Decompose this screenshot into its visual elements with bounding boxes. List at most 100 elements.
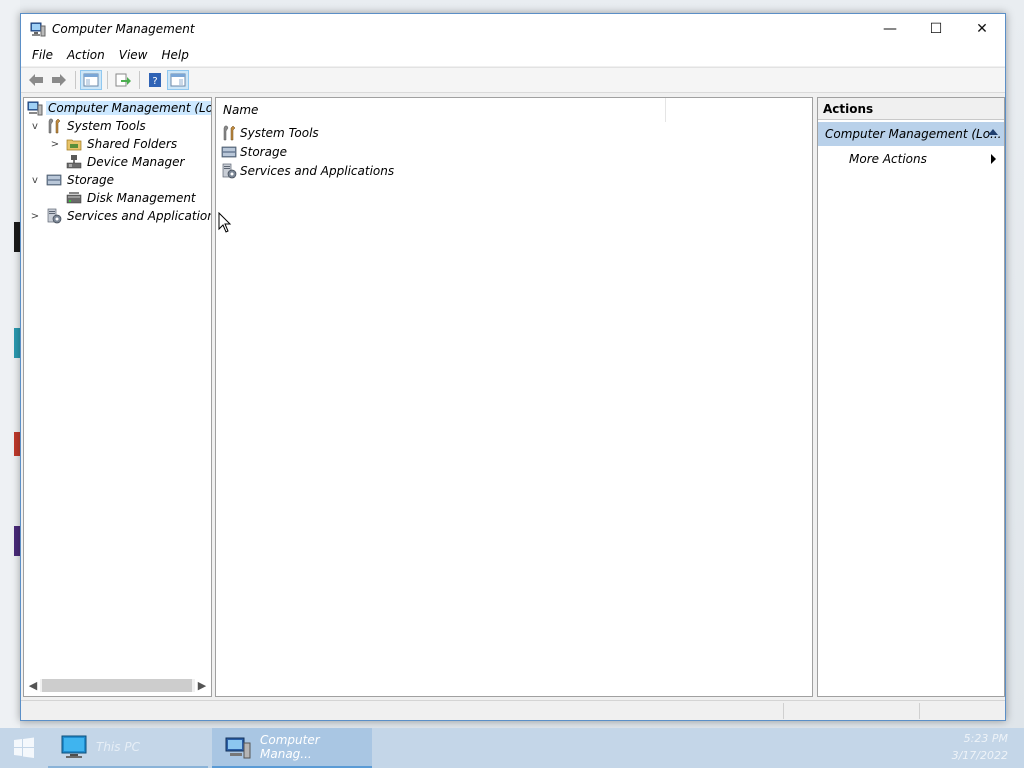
actions-pane: Actions Computer Management (Lo... More … <box>817 97 1005 697</box>
tree-label: Disk Management <box>87 191 196 205</box>
toolbar: ? <box>21 67 1005 93</box>
desktop-icons-strip <box>0 0 20 728</box>
help-button[interactable]: ? <box>144 70 166 90</box>
maximize-button[interactable]: ☐ <box>913 14 959 44</box>
menu-bar: File Action View Help <box>21 44 1005 66</box>
forward-arrow-icon <box>52 74 66 86</box>
menu-view[interactable]: View <box>112 48 155 62</box>
result-list-pane[interactable]: Name System Tools Storage Services and A… <box>215 97 813 697</box>
forward-button[interactable] <box>48 70 70 90</box>
start-button[interactable] <box>0 728 48 768</box>
disk-management-icon <box>66 190 82 206</box>
export-list-icon <box>115 73 131 87</box>
taskbar-item-label: This PC <box>96 740 140 754</box>
tree-item-shared-folders[interactable]: > Shared Folders <box>48 135 179 153</box>
back-arrow-icon <box>29 74 43 86</box>
tree-label: Storage <box>67 173 114 187</box>
show-hide-console-tree-button[interactable] <box>80 70 102 90</box>
scroll-left-icon[interactable]: ◀ <box>26 677 40 694</box>
more-actions-label: More Actions <box>849 152 927 166</box>
column-header-name[interactable]: Name <box>216 98 667 122</box>
taskbar-item-computer-management[interactable]: Computer Manag... <box>212 728 372 768</box>
title-bar[interactable]: Computer Management — ☐ ✕ <box>21 14 1005 44</box>
clock-date: 3/17/2022 <box>951 749 1008 762</box>
tree-item-services-and-applications[interactable]: > Services and Applications <box>28 207 212 225</box>
toolbar-separator <box>75 71 76 89</box>
tree-item-storage[interactable]: v Storage <box>28 171 116 189</box>
submenu-arrow-icon <box>991 154 996 164</box>
shared-folders-icon <box>66 136 82 152</box>
horizontal-scrollbar[interactable]: ◀ ▶ <box>26 677 209 694</box>
computer-management-icon <box>27 100 43 116</box>
taskbar-item-label: Computer Manag... <box>260 733 320 761</box>
action-pane-icon <box>170 73 186 87</box>
taskbar-item-this-pc[interactable]: This PC <box>48 728 208 768</box>
chevron-right-icon[interactable]: > <box>48 137 62 151</box>
list-item-label: Services and Applications <box>240 163 395 178</box>
list-item-label: System Tools <box>240 125 319 140</box>
tree-label: Device Manager <box>87 155 185 169</box>
list-item[interactable]: System Tools <box>221 123 319 142</box>
show-hide-action-pane-button[interactable] <box>167 70 189 90</box>
tree-item-device-manager[interactable]: Device Manager <box>66 153 186 171</box>
status-divider <box>919 703 920 719</box>
list-item[interactable]: Storage <box>221 142 287 161</box>
clock-time: 5:23 PM <box>963 732 1008 745</box>
collapse-up-icon[interactable] <box>988 129 998 135</box>
computer-management-icon <box>224 734 252 760</box>
scrollbar-track[interactable] <box>40 679 195 692</box>
menu-action[interactable]: Action <box>60 48 112 62</box>
storage-icon <box>46 172 62 188</box>
actions-group-label: Computer Management (Lo... <box>825 127 1002 141</box>
tree-label: Computer Management (Local) <box>46 101 211 115</box>
this-pc-icon <box>60 734 88 760</box>
minimize-icon: — <box>883 21 897 37</box>
export-list-button[interactable] <box>112 70 134 90</box>
svg-text:?: ? <box>152 76 157 87</box>
system-clock[interactable]: 5:23 PM 3/17/2022 <box>952 730 1008 764</box>
console-tree-pane[interactable]: Computer Management (Local) v System Too… <box>23 97 212 697</box>
back-button[interactable] <box>25 70 47 90</box>
chevron-down-icon[interactable]: v <box>28 173 42 187</box>
scrollbar-thumb[interactable] <box>42 679 192 692</box>
tree-label: Services and Applications <box>67 209 212 223</box>
chevron-down-icon[interactable]: v <box>28 119 42 133</box>
services-and-applications-icon <box>221 163 237 179</box>
maximize-icon: ☐ <box>929 21 943 37</box>
minimize-button[interactable]: — <box>867 14 913 44</box>
actions-group-computer-management[interactable]: Computer Management (Lo... <box>818 122 1004 146</box>
status-divider <box>783 703 784 719</box>
chevron-right-icon[interactable]: > <box>28 209 42 223</box>
help-icon: ? <box>149 73 161 87</box>
list-header: Name <box>216 98 812 122</box>
system-tools-icon <box>221 125 237 141</box>
computer-management-window: Computer Management — ☐ ✕ File Action Vi… <box>20 13 1006 721</box>
computer-management-icon <box>30 21 46 37</box>
storage-icon <box>221 144 237 160</box>
scroll-right-icon[interactable]: ▶ <box>195 677 209 694</box>
tree-item-computer-management[interactable]: Computer Management (Local) <box>27 99 211 117</box>
close-button[interactable]: ✕ <box>959 14 1005 44</box>
taskbar: This PC Computer Manag... 5:23 PM 3/17/2… <box>0 728 1024 768</box>
services-and-applications-icon <box>46 208 62 224</box>
menu-help[interactable]: Help <box>155 48 196 62</box>
actions-header: Actions <box>818 98 1004 120</box>
window-title: Computer Management <box>52 22 195 36</box>
tree-item-disk-management[interactable]: Disk Management <box>66 189 198 207</box>
mouse-cursor-icon <box>218 212 232 233</box>
tree-label: System Tools <box>67 119 146 133</box>
list-item-label: Storage <box>240 144 287 159</box>
tree-item-system-tools[interactable]: v System Tools <box>28 117 148 135</box>
system-tools-icon <box>46 118 62 134</box>
toolbar-separator <box>107 71 108 89</box>
more-actions-item[interactable]: More Actions <box>818 148 1004 170</box>
menu-file[interactable]: File <box>25 48 60 62</box>
device-manager-icon <box>66 154 82 170</box>
list-item[interactable]: Services and Applications <box>221 161 394 180</box>
console-tree-icon <box>83 73 99 87</box>
status-bar <box>21 700 1005 720</box>
windows-logo-icon <box>14 737 34 758</box>
close-icon: ✕ <box>976 21 988 37</box>
toolbar-separator <box>139 71 140 89</box>
column-header-blank[interactable] <box>666 98 812 122</box>
